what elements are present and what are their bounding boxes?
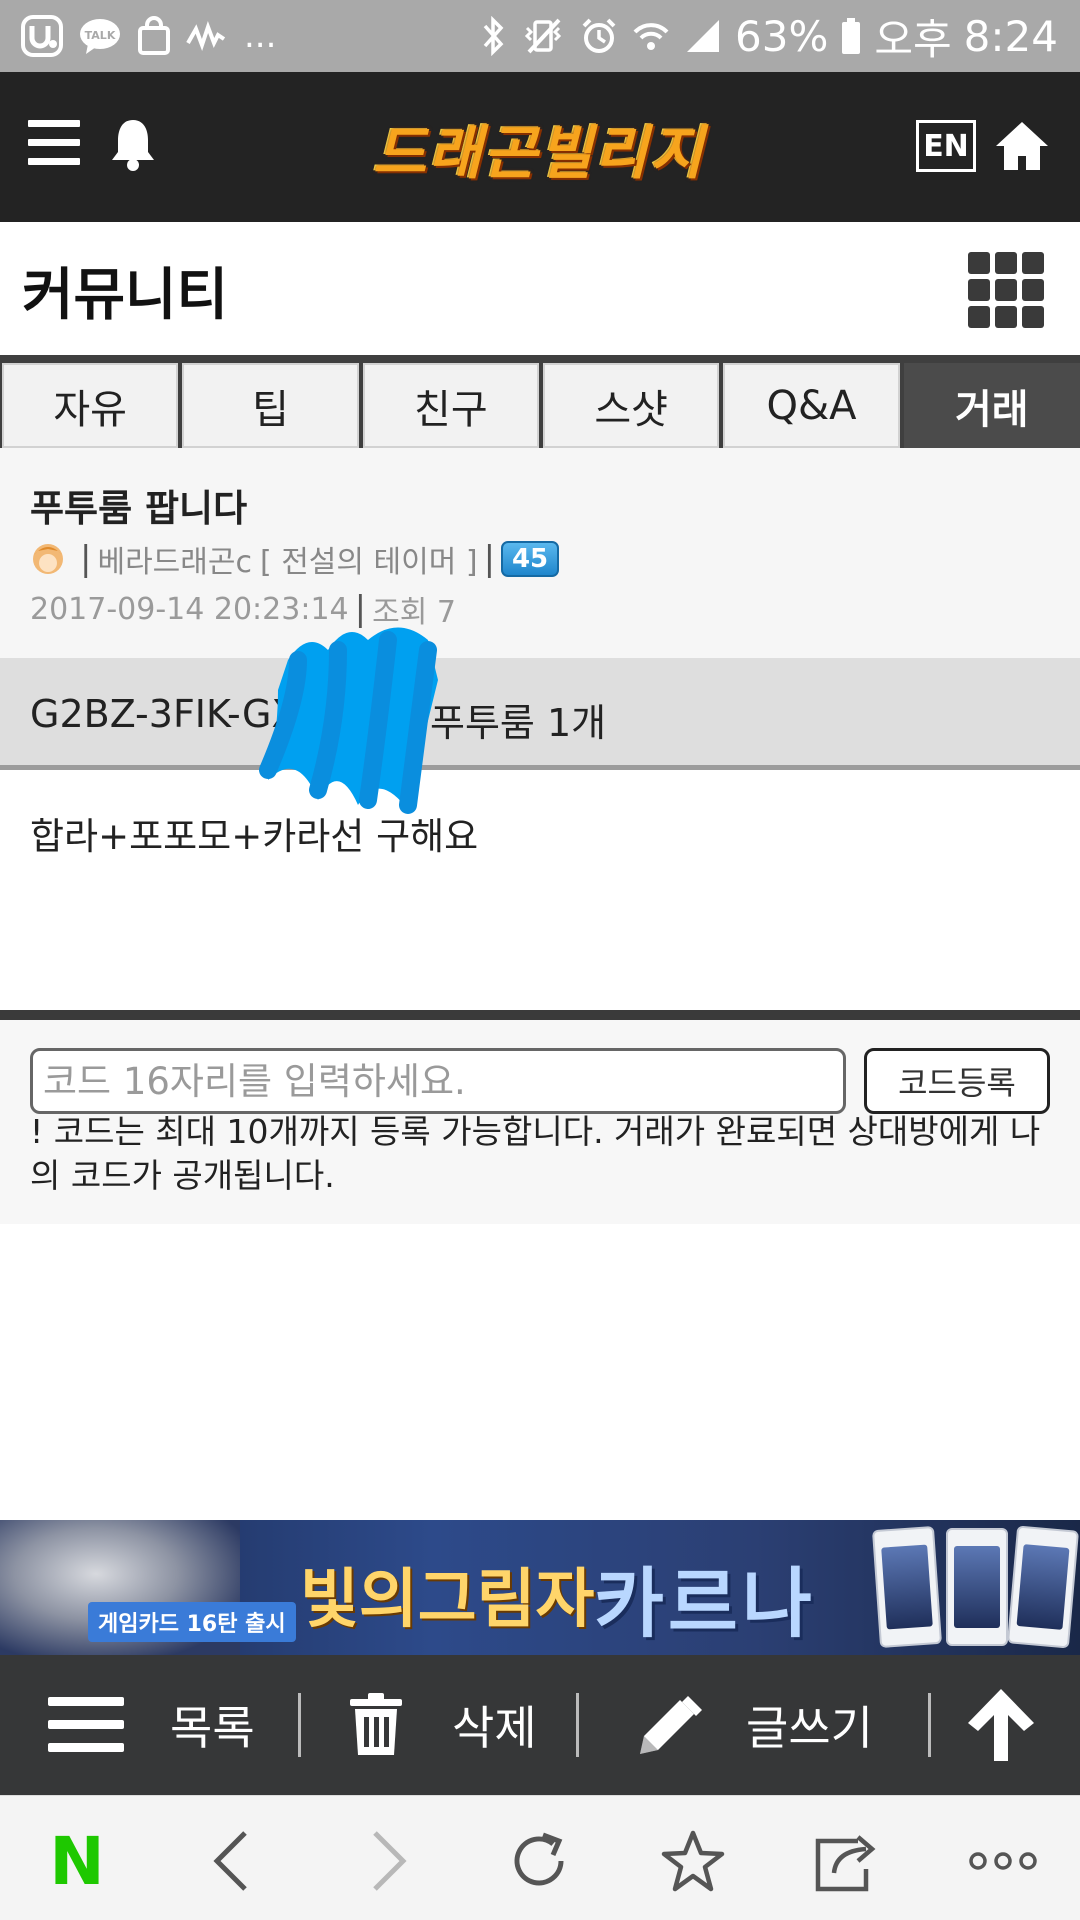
logo-text: 드래곤빌리지 [372, 119, 706, 187]
redaction-scribble [259, 627, 438, 814]
post-header: 푸투룸 팝니다 | 베라드래곤c [ 전설의 테이머 ] | 45 2017-0… [0, 448, 1080, 658]
code-register-area: 코드등록 ! 코드는 최대 10개까지 등록 가능합니다. 거래가 완료되면 상… [0, 1020, 1080, 1224]
delete-label: 삭제 [452, 1701, 537, 1755]
status-right-icons: 63% 오후 8:24 [481, 10, 1058, 64]
status-time: 8:24 [963, 11, 1058, 61]
list-label: 목록 [170, 1701, 255, 1755]
status-left-icons: TALK ... [20, 10, 276, 62]
meta-separator: | [483, 539, 496, 579]
kakaotalk-icon: TALK [78, 16, 122, 56]
bluetooth-icon [481, 16, 507, 56]
post-action-bar: 목록 삭제 글쓰기 [0, 1655, 1080, 1795]
tab-tips[interactable]: 팁 [182, 363, 359, 448]
status-bar: TALK ... 63% 오후 8:24 [0, 0, 1080, 72]
code-register-button[interactable]: 코드등록 [864, 1048, 1050, 1114]
page-title: 커뮤니티 [22, 263, 229, 328]
status-ampm: 오후 [874, 14, 952, 64]
post-title: 푸투룸 팝니다 [30, 487, 248, 530]
utalk-icon [20, 14, 64, 58]
banner-card-image [946, 1528, 1008, 1646]
bookmark-star-icon[interactable] [658, 1826, 728, 1896]
app-header: 드래곤빌리지 EN [0, 72, 1080, 222]
forward-icon[interactable] [354, 1826, 424, 1896]
level-badge: 45 [501, 541, 560, 577]
app-logo[interactable]: 드래곤빌리지 [346, 102, 732, 194]
grid-menu-icon[interactable] [968, 252, 1044, 328]
reload-icon[interactable] [504, 1826, 574, 1896]
trade-code-item: 푸투룸 1개 [430, 701, 607, 745]
code-register-note: ! 코드는 최대 10개까지 등록 가능합니다. 거래가 완료되면 상대방에게 … [30, 1112, 1041, 1195]
trade-code-strip: G2BZ-3FIK-GX 푸투룸 1개 [0, 658, 1080, 770]
code-input[interactable] [30, 1048, 846, 1114]
action-separator [298, 1693, 301, 1757]
tab-screenshots[interactable]: 스샷 [542, 363, 720, 448]
wifi-icon [631, 16, 671, 56]
banner-title-part1: 빛의그림자 [300, 1563, 595, 1637]
scroll-top-button[interactable] [966, 1655, 1036, 1795]
write-label: 글쓰기 [746, 1701, 873, 1755]
section-divider [0, 1010, 1080, 1020]
banner-badge: 게임카드 16탄 출시 [88, 1602, 296, 1642]
battery-percent: 63% [735, 11, 829, 61]
tab-free[interactable]: 자유 [2, 363, 179, 448]
list-button[interactable]: 목록 [46, 1655, 255, 1795]
tab-friends[interactable]: 친구 [362, 363, 539, 448]
more-icon[interactable] [968, 1826, 1038, 1896]
post-author-row: | 베라드래곤c [ 전설의 테이머 ] | 45 [30, 534, 560, 584]
naver-logo: N [49, 1822, 105, 1900]
arrow-up-icon [968, 1689, 1034, 1761]
banner-card-image [1006, 1525, 1080, 1649]
author-name[interactable]: 베라드래곤c [97, 537, 252, 581]
language-button[interactable]: EN [916, 120, 976, 172]
stock-chart-icon [186, 21, 226, 51]
home-icon[interactable] [992, 116, 1052, 176]
bell-icon[interactable] [108, 116, 158, 172]
tab-trade[interactable]: 거래 [903, 363, 1080, 448]
action-separator [576, 1693, 579, 1757]
list-icon [48, 1697, 124, 1752]
title-bar: 커뮤니티 [0, 222, 1080, 355]
action-separator [928, 1693, 931, 1757]
write-button[interactable]: 글쓰기 [636, 1655, 873, 1795]
battery-icon [840, 16, 862, 56]
back-icon[interactable] [196, 1826, 266, 1896]
meta-separator: | [80, 539, 92, 579]
alarm-icon [579, 16, 619, 56]
more-notifications: ... [244, 16, 277, 56]
svg-text:TALK: TALK [85, 29, 116, 42]
menu-icon[interactable] [28, 120, 80, 170]
naver-home-button[interactable]: N [42, 1823, 112, 1900]
browser-toolbar: N [0, 1795, 1080, 1920]
author-title: [ 전설의 테이머 ] [259, 545, 478, 580]
signal-icon [683, 16, 723, 56]
ad-banner[interactable]: 게임카드 16탄 출시 빛의그림자 카르나 [0, 1520, 1080, 1655]
board-tabs: 자유 팁 친구 스샷 Q&A 거래 [0, 355, 1080, 448]
vibrate-mute-icon [519, 16, 567, 56]
banner-card-image [871, 1525, 943, 1649]
pencil-icon [640, 1696, 702, 1754]
tab-qa[interactable]: Q&A [723, 363, 900, 448]
share-icon[interactable] [812, 1826, 882, 1896]
author-avatar [30, 539, 66, 579]
delete-button[interactable]: 삭제 [348, 1655, 537, 1795]
post-body: 합라+포포모+카라선 구해요 [30, 815, 479, 858]
banner-title-part2: 카르나 [594, 1559, 816, 1648]
shopping-bag-icon [136, 16, 172, 56]
trash-icon [350, 1693, 402, 1755]
